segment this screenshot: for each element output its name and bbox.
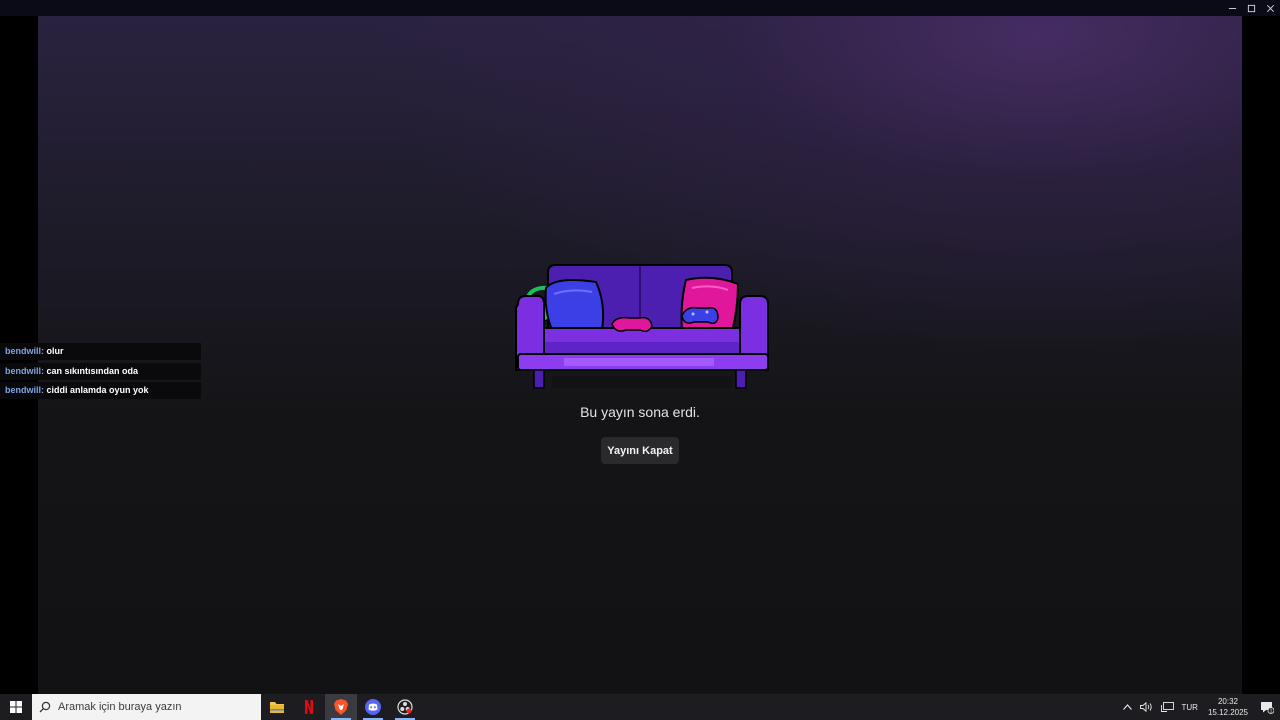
volume-button[interactable] (1136, 694, 1157, 720)
volume-icon (1139, 702, 1152, 712)
chat-message: bendwill: can sıkıntısından oda (0, 362, 201, 380)
chat-overlay: bendwill: olur bendwill: can sıkıntısınd… (0, 343, 201, 402)
chat-text: ciddi anlamda oyun yok (46, 385, 149, 395)
chat-message: bendwill: ciddi anlamda oyun yok (0, 382, 201, 399)
chat-message: bendwill: olur (0, 343, 201, 360)
taskbar-search[interactable]: Aramak için buraya yazın (32, 694, 261, 720)
taskbar-obs[interactable] (389, 694, 421, 720)
chat-text: can sıkıntısından oda (46, 365, 139, 376)
chat-username[interactable]: bendwill (5, 366, 41, 376)
minimize-icon (1228, 7, 1237, 9)
chat-username[interactable]: bendwill (5, 346, 41, 356)
stream-ended-message: Bu yayın sona erdi. (580, 404, 700, 420)
minimize-button[interactable] (1223, 0, 1242, 16)
chevron-up-icon (1122, 704, 1132, 710)
close-stream-button[interactable]: Yayını Kapat (601, 437, 679, 464)
file-explorer-icon (270, 702, 284, 713)
network-button[interactable] (1157, 694, 1178, 720)
start-button[interactable] (0, 694, 32, 720)
notification-icon: 1 (1261, 701, 1274, 714)
taskbar-brave[interactable] (325, 694, 357, 720)
close-icon (1267, 4, 1274, 12)
brave-icon (334, 699, 348, 715)
maximize-icon (1247, 4, 1256, 12)
search-placeholder: Aramak için buraya yazın (58, 701, 182, 713)
windows-icon (10, 701, 22, 713)
couch-illustration (515, 264, 769, 389)
clock-time: 20:32 (1217, 697, 1238, 706)
chat-text: olur (46, 346, 64, 356)
taskbar: Aramak için buraya yazın TUR 20:32 15.12… (0, 694, 1280, 720)
network-icon (1160, 702, 1174, 712)
close-window-button[interactable] (1261, 0, 1280, 16)
taskbar-netflix[interactable] (293, 694, 325, 720)
clock-date: 15.12.2025 (1207, 708, 1248, 717)
taskbar-file-explorer[interactable] (261, 694, 293, 720)
clock[interactable]: 20:32 15.12.2025 (1202, 696, 1254, 718)
window-controls (1223, 0, 1280, 16)
stream-player: Bu yayın sona erdi. Yayını Kapat (38, 16, 1242, 694)
action-center-button[interactable]: 1 (1254, 694, 1280, 720)
chat-username[interactable]: bendwill (5, 385, 41, 395)
netflix-icon (305, 700, 313, 714)
system-tray: TUR 20:32 15.12.2025 1 (1119, 694, 1280, 720)
show-hidden-icons[interactable] (1119, 694, 1136, 720)
maximize-button[interactable] (1242, 0, 1261, 16)
discord-icon (365, 699, 381, 715)
obs-icon (397, 699, 413, 715)
language-indicator[interactable]: TUR (1178, 694, 1202, 720)
notification-count: 1 (1270, 708, 1273, 714)
search-icon (32, 701, 58, 713)
right-letterbox (1242, 16, 1280, 694)
window-titlebar (0, 0, 1280, 16)
taskbar-discord[interactable] (357, 694, 389, 720)
